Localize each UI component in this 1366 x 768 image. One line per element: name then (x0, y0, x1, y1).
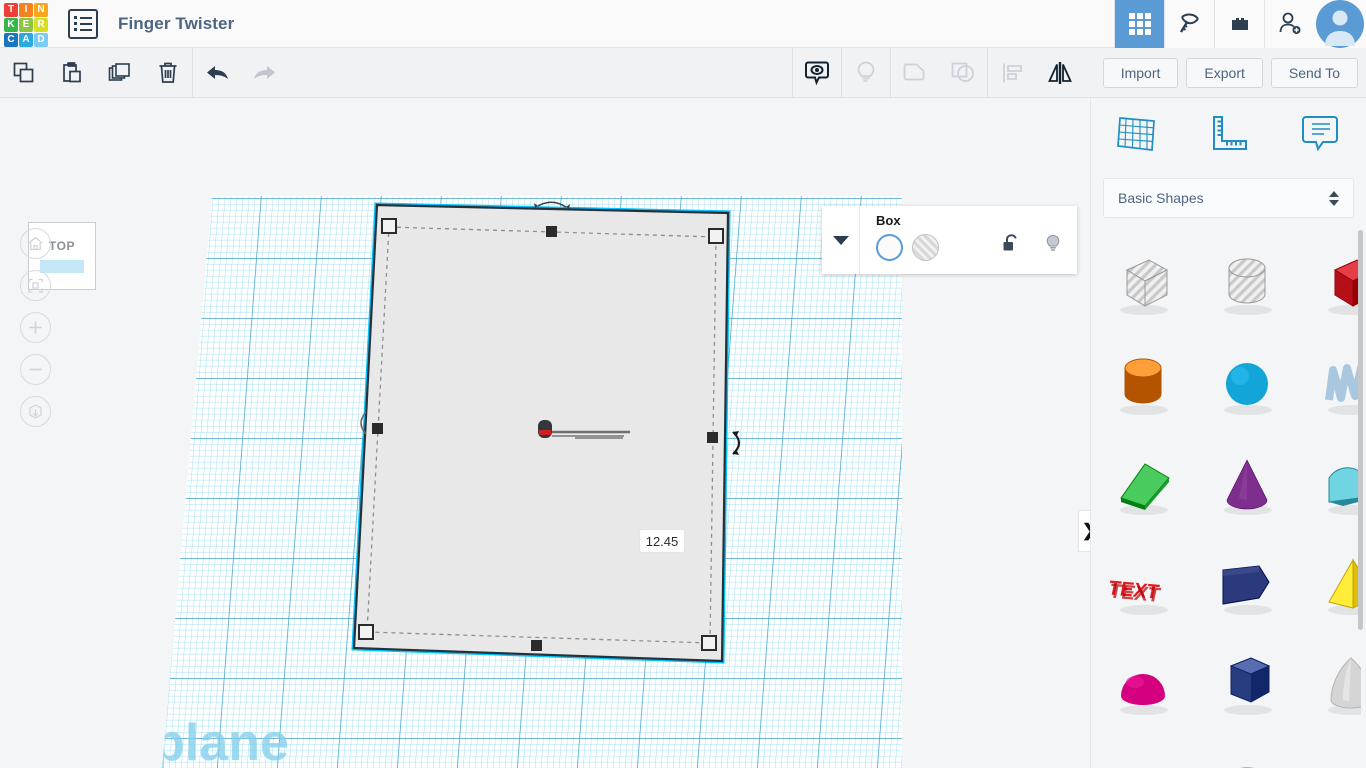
shape-properties-panel: Box (822, 206, 1077, 274)
add-person-icon[interactable] (1264, 0, 1314, 48)
logo-tile: D (34, 32, 48, 47)
panel-collapse-tab[interactable]: ❯ (1078, 510, 1090, 552)
box-shape[interactable] (1299, 234, 1361, 334)
hexagonal-prism-shape[interactable] (1195, 634, 1299, 734)
panel-header-icons (1091, 98, 1366, 170)
edge-scale-handle[interactable] (372, 423, 383, 434)
view-cube-label: TOP (48, 239, 76, 253)
top-bar-right-group (1114, 0, 1366, 48)
cylinder-shape[interactable] (1091, 334, 1195, 434)
logo-tile: N (34, 2, 48, 17)
cylinder-hole-shape[interactable] (1195, 234, 1299, 334)
shape-gallery: TEXT TEXT (1091, 226, 1361, 768)
view-cube-highlight (40, 260, 84, 273)
pyramid-shape[interactable] (1299, 534, 1361, 634)
cone-shape[interactable] (1195, 434, 1299, 534)
shape-gallery-scrollbar[interactable] (1358, 230, 1363, 630)
box-hole-shape[interactable] (1091, 234, 1195, 334)
zoom-in-icon[interactable] (20, 312, 51, 343)
page-title[interactable]: Finger Twister (118, 14, 234, 34)
unlock-icon[interactable] (1001, 233, 1021, 260)
ungroup-icon[interactable] (939, 48, 987, 98)
paste-icon[interactable] (48, 48, 96, 98)
shape-name-label: Box (876, 213, 901, 228)
perspective-toggle-icon[interactable] (20, 396, 51, 427)
import-button[interactable]: Import (1102, 58, 1179, 88)
redo-icon[interactable] (241, 48, 289, 98)
spinner-arrows-icon (1329, 190, 1339, 206)
logo-tile: A (19, 32, 33, 47)
file-actions-group: Import Export Send To (1102, 48, 1358, 98)
brick-icon[interactable] (1214, 0, 1264, 48)
logo-tile: K (4, 17, 18, 32)
edge-scale-handle[interactable] (707, 432, 718, 443)
logo-tile: T (4, 2, 18, 17)
pickaxe-icon[interactable] (1164, 0, 1214, 48)
object-tools-group (792, 48, 1084, 98)
shape-actions (1001, 233, 1063, 260)
notes-icon[interactable] (1274, 112, 1366, 156)
extrusion-shape[interactable] (1195, 534, 1299, 634)
logo-tile: R (34, 17, 48, 32)
workplane-grid-icon[interactable] (1091, 112, 1183, 156)
edit-tools-group (0, 47, 289, 98)
dimension-readout[interactable]: 12.45 (639, 529, 685, 553)
lightbulb-icon[interactable] (1043, 233, 1063, 260)
logo-tile: C (4, 32, 18, 47)
shapes-panel: Basic Shapes TEXT TEXT (1090, 98, 1366, 768)
hemisphere-shape[interactable] (1091, 634, 1195, 734)
copy-icon[interactable] (0, 48, 48, 98)
undo-icon[interactable] (193, 48, 241, 98)
ruler-icon[interactable] (1183, 112, 1275, 156)
corner-scale-handle[interactable] (381, 218, 397, 234)
heart-shape[interactable] (1299, 734, 1361, 768)
solid-swatch[interactable] (876, 234, 903, 261)
logo-tile: I (19, 2, 33, 17)
rotate-handle[interactable] (732, 431, 741, 455)
trash-icon[interactable] (144, 48, 192, 98)
align-icon[interactable] (988, 48, 1036, 98)
tinkercad-app: T I N K E R C A D Finger Twister Import … (0, 0, 1366, 768)
edit-toolbar: Import Export Send To (0, 47, 1366, 98)
corner-scale-handle[interactable] (701, 635, 717, 651)
tube-shape[interactable] (1195, 734, 1299, 768)
corner-scale-handle[interactable] (708, 228, 724, 244)
show-hide-eye-icon[interactable] (793, 48, 841, 98)
chevron-down-icon[interactable] (822, 206, 860, 274)
home-view-icon[interactable] (20, 228, 51, 259)
fit-to-view-icon[interactable] (20, 270, 51, 301)
half-cylinder-shape[interactable] (1299, 434, 1361, 534)
group-icon[interactable] (891, 48, 939, 98)
svg-text:TEXT: TEXT (1107, 581, 1163, 607)
sphere-shape[interactable] (1195, 334, 1299, 434)
shape-category-select[interactable]: Basic Shapes (1103, 178, 1354, 218)
apps-grid-icon[interactable] (1114, 0, 1164, 48)
scribble-shape[interactable] (1299, 334, 1361, 434)
selected-object-box[interactable] (0, 98, 1090, 768)
edge-scale-handle[interactable] (546, 226, 557, 237)
mirror-icon[interactable] (1036, 48, 1084, 98)
send-to-button[interactable]: Send To (1270, 58, 1358, 88)
shape-properties-body: Box (860, 206, 1077, 274)
top-bar: T I N K E R C A D Finger Twister (0, 0, 1366, 48)
export-button[interactable]: Export (1186, 58, 1263, 88)
roof-shape[interactable] (1091, 434, 1195, 534)
hamburger-list-icon[interactable] (68, 8, 98, 39)
logo-tile: E (19, 17, 33, 32)
corner-scale-handle[interactable] (358, 624, 374, 640)
edge-scale-handle[interactable] (531, 640, 542, 651)
tinkercad-logo[interactable]: T I N K E R C A D (2, 1, 48, 47)
3d-canvas[interactable]: Workplane (0, 98, 1090, 768)
avatar[interactable] (1314, 0, 1366, 48)
text-shape[interactable]: TEXT TEXT (1091, 534, 1195, 634)
hole-swatch[interactable] (912, 234, 939, 261)
zoom-out-icon[interactable] (20, 354, 51, 385)
shape-category-value: Basic Shapes (1118, 190, 1204, 206)
lightbulb-icon[interactable] (842, 48, 890, 98)
torus-shape[interactable] (1091, 734, 1195, 768)
duplicate-icon[interactable] (96, 48, 144, 98)
paraboloid-shape[interactable] (1299, 634, 1361, 734)
